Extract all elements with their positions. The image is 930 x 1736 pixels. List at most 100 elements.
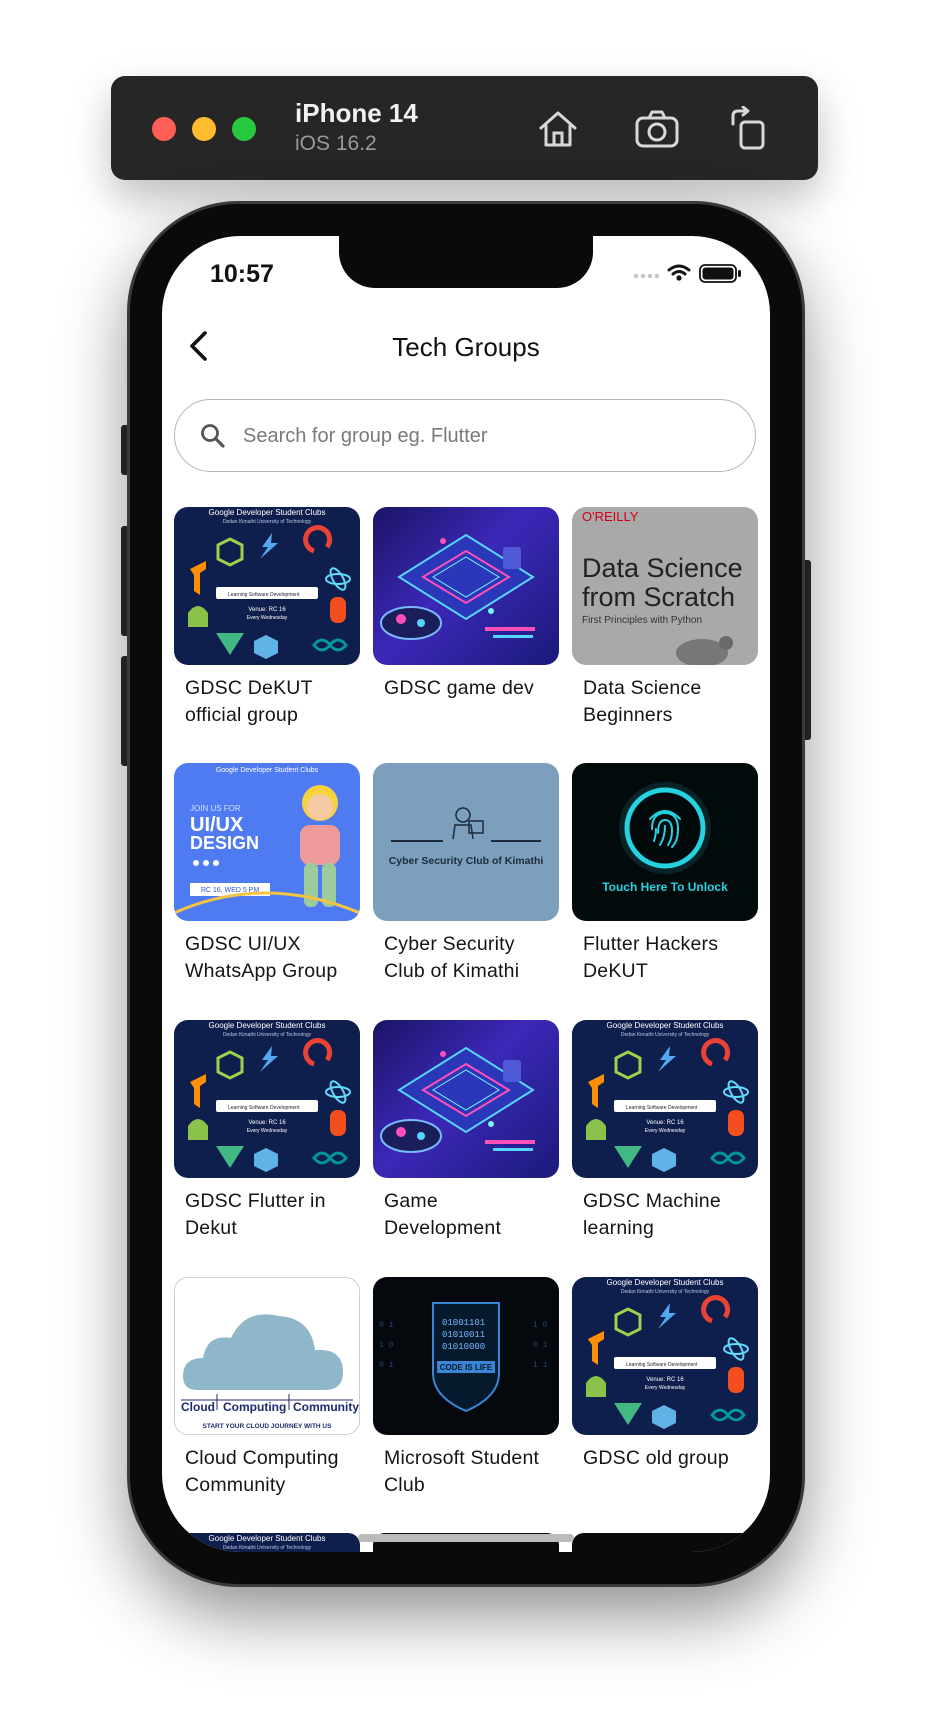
battery-icon: [699, 264, 741, 283]
group-thumbnail-gdsc: Google Developer Student Clubs Dedan Kim…: [572, 1020, 758, 1178]
group-name: Cyber Security Club of Kimathi: [384, 933, 520, 982]
group-name: GDSC Flutter in Dekut: [185, 1190, 326, 1239]
cloud-word: Cloud: [181, 1400, 215, 1414]
search-icon: [199, 422, 227, 455]
wifi-icon: [667, 264, 691, 276]
banner-day: Every Wednesday: [247, 1128, 288, 1134]
group-card[interactable]: Google Developer Student Clubs Dedan Kim…: [572, 1020, 758, 1242]
svg-text:1 0: 1 0: [379, 1341, 394, 1350]
group-name: Cloud Computing Community: [185, 1447, 339, 1496]
cloud-tagline: START YOUR CLOUD JOURNEY WITH US: [203, 1423, 333, 1430]
banner-title: Google Developer Student Clubs: [209, 1021, 326, 1030]
group-card[interactable]: Game Development: [373, 1020, 559, 1242]
banner-day: Every Wednesday: [247, 615, 288, 621]
banner-title: Google Developer Student Clubs: [216, 767, 319, 774]
svg-text:0 1: 0 1: [533, 1341, 548, 1350]
volume-down-button: [121, 656, 129, 766]
banner-venue: Venue: RC 16: [248, 607, 286, 613]
svg-text:01010000: 01010000: [442, 1342, 485, 1352]
group-thumbnail-gdsc: Google Developer Student Clubs Dedan Kim…: [174, 507, 360, 665]
banner-venue: Venue: RC 16: [248, 1120, 286, 1126]
group-card[interactable]: Cloud Computing Community START YOUR CLO…: [174, 1277, 360, 1499]
group-name: GDSC UI/UX WhatsApp Group: [185, 933, 338, 982]
group-thumbnail-cyber: Cyber Security Club of Kimathi: [373, 763, 559, 921]
group-thumbnail-gamepad: [373, 1020, 559, 1178]
camera-icon: [635, 110, 679, 148]
group-name: GDSC game dev: [384, 677, 534, 699]
banner-venue: Venue: RC 16: [646, 1377, 684, 1383]
minimize-window-button[interactable]: [192, 117, 216, 141]
screenshot-button[interactable]: [634, 106, 680, 152]
group-thumbnail-uiux: Google Developer Student Clubs JOIN US F…: [174, 763, 360, 921]
svg-text:1 0: 1 0: [533, 1321, 548, 1330]
group-card[interactable]: Google Developer Student Clubs JOIN US F…: [174, 763, 360, 985]
group-thumbnail-cloud: Cloud Computing Community START YOUR CLO…: [174, 1277, 360, 1435]
group-name: Microsoft Student Club: [384, 1447, 540, 1496]
group-card[interactable]: Google Developer Student Clubs Dedan Kim…: [572, 1277, 758, 1472]
group-card[interactable]: GDSC game dev: [373, 507, 559, 702]
cloud-word: Computing: [223, 1400, 286, 1414]
banner-subtitle: Dedan Kimathi University of Technology: [223, 519, 312, 525]
banner-venue: Venue: RC 16: [646, 1120, 684, 1126]
group-name: Data Science Beginners: [583, 677, 702, 726]
os-version: iOS 16.2: [295, 132, 377, 155]
simulator-toolbar: iPhone 14 iOS 16.2: [111, 76, 818, 180]
volume-up-button: [121, 526, 129, 636]
group-card[interactable]: Google Developer Student Clubs Dedan Kim…: [174, 507, 360, 729]
close-window-button[interactable]: [152, 117, 176, 141]
rotate-button[interactable]: [727, 105, 773, 152]
group-name: Flutter Hackers DeKUT: [583, 933, 719, 982]
banner-title: Google Developer Student Clubs: [209, 1534, 326, 1543]
status-time: 10:57: [210, 260, 274, 288]
app-screen: 10:57 Tech Groups Search for group eg. F…: [162, 236, 770, 1552]
poster-kicker: JOIN US FOR: [190, 804, 241, 813]
rotate-icon: [731, 105, 765, 150]
partial-group-thumbnail: [572, 1533, 758, 1552]
banner-subtitle: Dedan Kimathi University of Technology: [621, 1289, 710, 1295]
banner-title: Google Developer Student Clubs: [607, 1021, 724, 1030]
banner-search-text: Learning Software Development: [626, 1362, 698, 1368]
group-card[interactable]: 0 1 1 0 0 1 1 0 0 1 1 1 01001101 01010011 01…: [373, 1277, 559, 1499]
group-name: GDSC Machine learning: [583, 1190, 721, 1239]
home-indicator[interactable]: [358, 1534, 574, 1542]
shield-text: CODE IS LIFE: [440, 1363, 493, 1372]
svg-text:DESIGN: DESIGN: [190, 833, 259, 853]
banner-search-text: Learning Software Development: [228, 592, 300, 598]
svg-text:0 1: 0 1: [379, 1321, 394, 1330]
group-name: Game Development: [384, 1190, 502, 1239]
cyber-logo-text: Cyber Security Club of Kimathi: [389, 855, 544, 867]
group-card[interactable]: Google Developer Student Clubs Dedan Kim…: [174, 1020, 360, 1242]
book-title-line: from Scratch: [582, 582, 735, 612]
search-bar[interactable]: [174, 399, 756, 472]
group-card[interactable]: Cyber Security Club of Kimathi Cyber Sec…: [373, 763, 559, 985]
group-thumbnail-book-cover: O'REILLY Data Science from Scratch First…: [572, 507, 758, 665]
zoom-window-button[interactable]: [232, 117, 256, 141]
book-subtitle: First Principles with Python: [582, 615, 702, 626]
cloud-word: Community: [293, 1400, 359, 1414]
signal-icon: [633, 273, 660, 279]
banner-search-text: Learning Software Development: [626, 1105, 698, 1111]
banner-subtitle: Dedan Kimathi University of Technology: [223, 1032, 312, 1038]
svg-text:0 1: 0 1: [379, 1361, 394, 1370]
book-title-line: Data Science: [582, 553, 743, 583]
banner-title: Google Developer Student Clubs: [607, 1278, 724, 1287]
unlock-caption: Touch Here To Unlock: [602, 880, 728, 894]
group-card[interactable]: Touch Here To Unlock Flutter Hackers DeK…: [572, 763, 758, 985]
home-button[interactable]: [535, 106, 581, 152]
banner-day: Every Wednesday: [645, 1385, 686, 1391]
group-thumbnail-gdsc: Google Developer Student Clubs Dedan Kim…: [174, 1020, 360, 1178]
group-name: GDSC old group: [583, 1447, 729, 1469]
banner-title: Google Developer Student Clubs: [209, 508, 326, 517]
group-name: GDSC DeKUT official group: [185, 677, 313, 726]
home-icon: [539, 111, 577, 147]
svg-text:1 1: 1 1: [533, 1361, 548, 1370]
group-thumbnail-gdsc: Google Developer Student Clubs Dedan Kim…: [572, 1277, 758, 1435]
group-thumbnail-code-shield: 0 1 1 0 0 1 1 0 0 1 1 1 01001101 01010011 01…: [373, 1277, 559, 1435]
group-thumbnail-fingerprint: Touch Here To Unlock: [572, 763, 758, 921]
partial-group-thumbnail: Google Developer Student Clubs Dedan Kim…: [174, 1533, 360, 1552]
book-publisher: O'REILLY: [582, 509, 639, 524]
group-card[interactable]: O'REILLY Data Science from Scratch First…: [572, 507, 758, 729]
search-input[interactable]: [241, 418, 725, 454]
mute-switch: [121, 425, 129, 475]
power-button: [803, 560, 811, 740]
